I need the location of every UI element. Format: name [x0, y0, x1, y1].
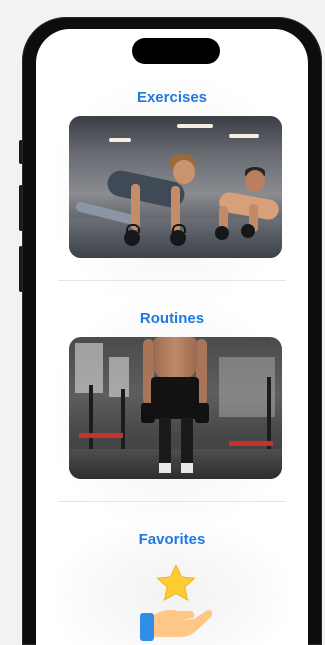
- favorites-title[interactable]: Favorites: [36, 531, 308, 548]
- routines-image[interactable]: [69, 337, 282, 479]
- man-torso: [153, 337, 197, 379]
- kettlebell: [124, 230, 140, 246]
- dumbbell: [141, 403, 155, 423]
- hand-palm: [154, 610, 212, 637]
- weight-rack: [89, 385, 93, 455]
- wall-sign: [229, 385, 269, 425]
- app-canvas: Exercises Routines Favorites: [0, 0, 325, 645]
- man-head: [245, 170, 265, 192]
- section-divider: [58, 501, 286, 502]
- gym-window: [109, 357, 129, 397]
- kettlebell: [170, 230, 186, 246]
- man-leg: [159, 417, 171, 465]
- section-divider: [58, 280, 286, 281]
- man-leg: [181, 417, 193, 465]
- ceiling-light: [229, 134, 259, 138]
- red-bench: [229, 441, 273, 446]
- dynamic-island: [132, 38, 220, 64]
- exercises-image[interactable]: [69, 116, 282, 258]
- exercises-title[interactable]: Exercises: [36, 89, 308, 106]
- phone-frame: Exercises Routines Favorites: [22, 17, 322, 645]
- man-shorts: [151, 377, 199, 419]
- hand-cuff: [140, 613, 154, 641]
- red-bench: [79, 433, 123, 438]
- kettlebell: [241, 224, 255, 238]
- ceiling-light: [177, 124, 213, 128]
- kettlebell: [215, 226, 229, 240]
- weight-rack: [121, 389, 125, 455]
- phone-screen: Exercises Routines Favorites: [36, 29, 308, 645]
- gym-floor: [69, 449, 282, 479]
- man-sock: [159, 463, 171, 473]
- star-icon: [156, 565, 196, 601]
- hand-star-icon[interactable]: [132, 565, 212, 645]
- routines-title[interactable]: Routines: [36, 310, 308, 327]
- man-sock: [181, 463, 193, 473]
- woman-head: [173, 160, 195, 184]
- dumbbell: [195, 403, 209, 423]
- ceiling-light: [109, 138, 131, 142]
